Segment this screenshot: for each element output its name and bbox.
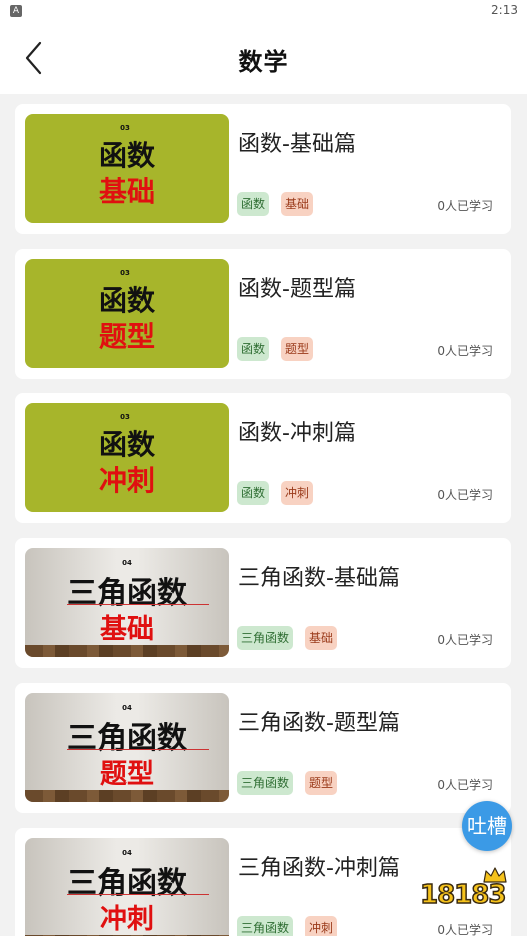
cover-title: 三角函数 [67, 866, 187, 901]
level-tag: 题型 [305, 771, 338, 795]
course-card[interactable]: 04 三角函数 题型 三角函数-题型篇 三角函数 题型 0人已学习 [15, 683, 511, 813]
course-card[interactable]: 03 函数 基础 函数-基础篇 函数 基础 0人已学习 [15, 104, 511, 234]
cover-title: 三角函数 [67, 576, 187, 611]
course-cover: 04 三角函数 题型 [25, 693, 229, 802]
cover-number: 04 [122, 559, 132, 567]
course-card[interactable]: 04 三角函数 基础 三角函数-基础篇 三角函数 基础 0人已学习 [15, 538, 511, 668]
status-bar: A 2:13 [0, 0, 527, 22]
cover-title: 函数 [98, 284, 155, 317]
cover-number: 03 [120, 269, 130, 277]
level-tag: 基础 [281, 192, 314, 216]
topic-tag: 函数 [237, 192, 270, 216]
course-name: 函数-题型篇 [238, 277, 356, 302]
cover-subtitle: 题型 [100, 759, 154, 790]
cover-number: 03 [120, 124, 130, 132]
learner-count: 0人已学习 [437, 344, 493, 358]
course-cover: 03 函数 题型 [25, 259, 229, 368]
cover-floor [25, 645, 229, 657]
course-list[interactable]: 03 函数 基础 函数-基础篇 函数 基础 0人已学习 03 函数 题型 函数-… [0, 94, 527, 936]
cover-title: 三角函数 [67, 721, 187, 756]
course-name: 三角函数-基础篇 [238, 566, 400, 591]
topic-tag: 函数 [237, 481, 270, 505]
cover-subtitle: 基础 [100, 614, 154, 645]
page-title: 数学 [238, 48, 289, 76]
course-name: 函数-冲刺篇 [238, 421, 356, 446]
topic-tag: 函数 [237, 337, 270, 361]
course-name: 函数-基础篇 [238, 132, 356, 157]
course-cover: 03 函数 基础 [25, 114, 229, 223]
course-name: 三角函数-冲刺篇 [238, 856, 400, 881]
cover-number: 03 [120, 413, 130, 421]
feedback-button[interactable]: 吐槽 [462, 801, 512, 851]
topic-tag: 三角函数 [237, 916, 294, 936]
topic-tag: 三角函数 [237, 771, 294, 795]
cover-title: 函数 [98, 428, 155, 461]
topic-tag: 三角函数 [237, 626, 294, 650]
course-cover: 04 三角函数 基础 [25, 548, 229, 657]
cover-floor [25, 790, 229, 802]
cover-divider [67, 749, 209, 750]
course-card[interactable]: 03 函数 题型 函数-题型篇 函数 题型 0人已学习 [15, 249, 511, 379]
cover-subtitle: 冲刺 [98, 464, 155, 497]
watermark-logo: 18183 [418, 866, 516, 922]
level-tag: 冲刺 [305, 916, 338, 936]
cover-subtitle: 冲刺 [100, 904, 154, 935]
course-cover: 03 函数 冲刺 [25, 403, 229, 512]
learner-count: 0人已学习 [437, 778, 493, 792]
level-tag: 题型 [281, 337, 314, 361]
cover-divider [67, 604, 209, 605]
status-time: 2:13 [491, 3, 518, 17]
learner-count: 0人已学习 [437, 199, 493, 213]
cover-number: 04 [122, 849, 132, 857]
cover-subtitle: 题型 [98, 320, 155, 353]
learner-count: 0人已学习 [437, 923, 493, 936]
cover-number: 04 [122, 704, 132, 712]
course-card[interactable]: 03 函数 冲刺 函数-冲刺篇 函数 冲刺 0人已学习 [15, 393, 511, 523]
level-tag: 基础 [305, 626, 338, 650]
header: 数学 [0, 22, 527, 94]
course-cover: 04 三角函数 冲刺 [25, 838, 229, 936]
course-name: 三角函数-题型篇 [238, 711, 400, 736]
cover-divider [67, 894, 209, 895]
learner-count: 0人已学习 [437, 633, 493, 647]
cover-title: 函数 [98, 139, 155, 172]
cover-subtitle: 基础 [98, 175, 155, 208]
app-notification-icon: A [10, 5, 22, 17]
level-tag: 冲刺 [281, 481, 314, 505]
learner-count: 0人已学习 [437, 488, 493, 502]
watermark-text: 18183 [419, 879, 507, 911]
